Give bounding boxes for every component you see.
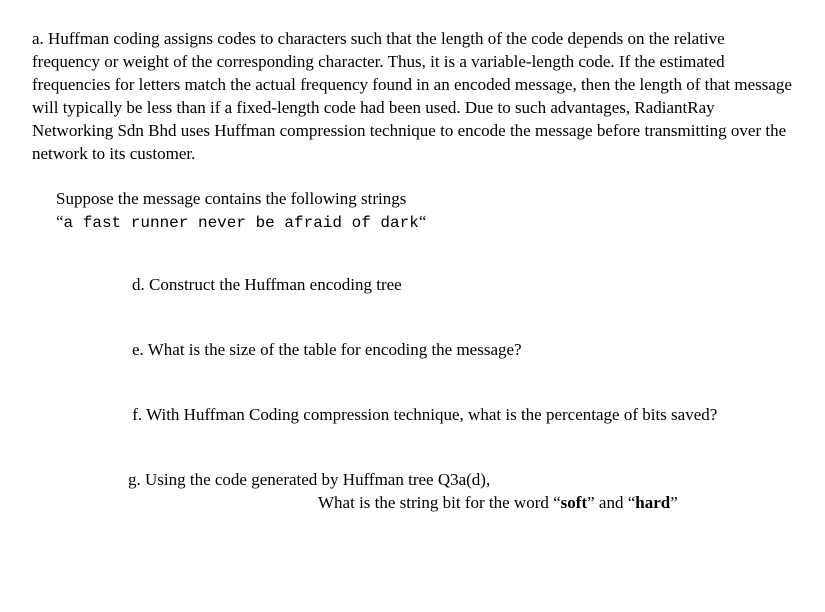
item-e: e. What is the size of the table for enc… (132, 339, 793, 362)
item-g: g. Using the code generated by Huffman t… (128, 469, 793, 515)
item-g-line1: g. Using the code generated by Huffman t… (128, 469, 793, 492)
item-g-end: ” (670, 493, 678, 512)
item-g-line2: What is the string bit for the word “sof… (318, 492, 793, 515)
item-d: d. Construct the Huffman encoding tree (132, 274, 793, 297)
main-paragraph: a. Huffman coding assigns codes to chara… (32, 28, 793, 166)
sub-items: d. Construct the Huffman encoding tree e… (132, 274, 793, 515)
item-f: f. With Huffman Coding compression techn… (128, 404, 793, 427)
word-hard: hard (635, 493, 670, 512)
item-g-line2-prefix: What is the string bit for the word “ (318, 493, 561, 512)
item-f-prefix: f. (128, 405, 142, 424)
quote-close: “ (419, 212, 427, 231)
quote-open: “ (56, 212, 64, 231)
code-string: a fast runner never be afraid of dark (64, 214, 419, 232)
message-string-line: “a fast runner never be afraid of dark“ (56, 211, 793, 235)
suppose-line: Suppose the message contains the followi… (56, 188, 793, 211)
suppose-block: Suppose the message contains the followi… (56, 188, 793, 235)
item-g-mid: ” and “ (587, 493, 635, 512)
item-f-text: With Huffman Coding compression techniqu… (142, 405, 717, 424)
word-soft: soft (561, 493, 587, 512)
